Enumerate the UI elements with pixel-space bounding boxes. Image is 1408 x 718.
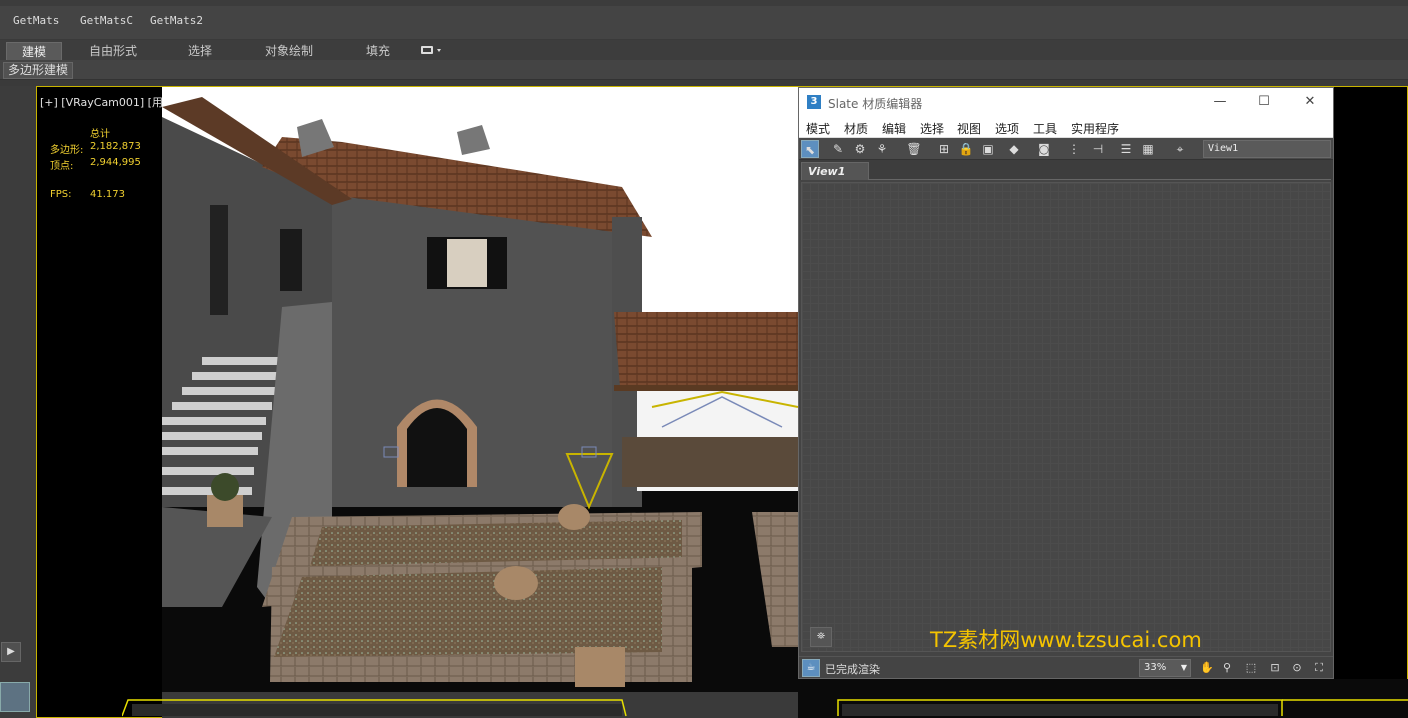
slate-menu-select[interactable]: 选择 (920, 120, 944, 137)
zoom-extents-icon[interactable]: ⊡ (1267, 660, 1283, 676)
menu-getmatsc[interactable]: GetMatsC (80, 14, 133, 27)
stats-header: 总计 (90, 129, 110, 140)
slate-tabbar: View1 (799, 160, 1333, 180)
slate-logo-icon: 3 (807, 95, 821, 109)
ribbon-tabs: 建模 自由形式 选择 对象绘制 填充 (0, 40, 1408, 60)
slate-menu-tools[interactable]: 工具 (1033, 120, 1057, 137)
app-window: GetMats GetMatsC GetMats2 建模 自由形式 选择 对象绘… (0, 0, 1408, 718)
slate-menu-options[interactable]: 选项 (995, 120, 1019, 137)
lock-icon[interactable]: 🔒 (957, 140, 975, 158)
select-tool-icon[interactable]: ⬉ (801, 140, 819, 158)
zoom-value: 33% (1144, 662, 1167, 673)
minimize-button[interactable]: — (1205, 92, 1235, 112)
show-map-icon[interactable]: ▣ (979, 140, 997, 158)
pan-hand-icon[interactable]: ✋ (1199, 660, 1215, 676)
material-map-navigator-icon[interactable]: ☰ (1117, 140, 1135, 158)
slate-menubar: 模式 材质 编辑 选择 视图 选项 工具 实用程序 (799, 116, 1333, 138)
play-icon[interactable]: ▶ (1, 642, 21, 662)
tab-object-paint[interactable]: 对象绘制 (252, 42, 326, 60)
zoom-region-icon[interactable]: ⬚ (1243, 660, 1259, 676)
maximize-button[interactable]: ☐ (1249, 92, 1279, 112)
layout-all-icon[interactable]: ⋮ (1065, 140, 1083, 158)
eyedropper-icon[interactable]: ✎ (829, 140, 847, 158)
select-by-material-icon[interactable]: ⌖ (1171, 140, 1189, 158)
tab-selection[interactable]: 选择 (172, 42, 228, 60)
assign-material-icon[interactable]: ⚘ (873, 140, 891, 158)
slate-toolbar: ⬉ ✎ ⚙ ⚘ 🗑 ⊞ 🔒 ▣ ◆ ◙ ⋮ ⊣ ☰ ▦ ⌖ View1 (799, 138, 1333, 160)
view-selector[interactable]: View1 (1203, 140, 1331, 158)
slate-menu-material[interactable]: 材质 (844, 120, 868, 137)
viewport-scene-render (162, 87, 798, 718)
viewport-selection-guides (122, 699, 1408, 717)
stats-polys-label: 多边形: (50, 145, 84, 156)
stats-fps-value: 41.173 (90, 189, 125, 200)
slate-material-editor: 3 Slate 材质编辑器 — ☐ ✕ 模式 材质 编辑 选择 视图 选项 工具… (798, 87, 1334, 679)
stats-verts-value: 2,944,995 (90, 157, 141, 168)
layout-icon[interactable]: ◙ (1035, 140, 1053, 158)
layout-children-icon[interactable]: ⊣ (1089, 140, 1107, 158)
tab-view1[interactable]: View1 (801, 162, 869, 180)
status-text: 已完成渲染 (825, 663, 880, 676)
fit-view-icon[interactable]: ⛶ (1311, 660, 1327, 676)
sub-ribbon: 多边形建模 (0, 60, 1408, 80)
zoom-extents-selected-icon[interactable]: ⊙ (1289, 660, 1305, 676)
background-icon[interactable]: ◆ (1005, 140, 1023, 158)
slate-titlebar[interactable]: 3 Slate 材质编辑器 — ☐ ✕ (799, 88, 1333, 116)
tab-populate[interactable]: 填充 (350, 42, 406, 60)
zoom-icon[interactable]: ⚲ (1219, 660, 1235, 676)
chevron-down-icon: ▼ (1180, 663, 1187, 672)
slate-menu-edit[interactable]: 编辑 (882, 120, 906, 137)
tab-freeform[interactable]: 自由形式 (78, 42, 148, 60)
node-canvas[interactable]: ⛯ (801, 182, 1331, 652)
tab-modeling[interactable]: 建模 (6, 42, 62, 60)
slate-statusbar: ☕ 已完成渲染 33% ▼ ✋ ⚲ ⬚ ⊡ ⊙ ⛶ (799, 656, 1333, 678)
pick-material-icon[interactable]: ⚙ (851, 140, 869, 158)
render-status-icon: ☕ (802, 659, 820, 677)
poly-modeling-button[interactable]: 多边形建模 (3, 62, 74, 79)
stats-fps-label: FPS: (50, 189, 72, 200)
move-children-icon[interactable]: ⊞ (935, 140, 953, 158)
zoom-dropdown[interactable]: 33% ▼ (1139, 659, 1191, 677)
top-menu-strip: GetMats GetMatsC GetMats2 (0, 0, 1408, 40)
viewport-thumbnail[interactable] (0, 682, 30, 712)
parameter-editor-icon[interactable]: ▦ (1139, 140, 1157, 158)
watermark-text: TZ素材网www.tzsucai.com (930, 628, 1202, 652)
left-panel: ▶ z y x (0, 86, 69, 718)
menu-getmats2[interactable]: GetMats2 (150, 14, 203, 27)
slate-menu-view[interactable]: 视图 (957, 120, 981, 137)
slate-menu-mode[interactable]: 模式 (806, 120, 830, 137)
close-button[interactable]: ✕ (1295, 92, 1325, 112)
navigator-icon[interactable]: ⛯ (810, 627, 832, 647)
stats-polys-value: 2,182,873 (90, 141, 141, 152)
stats-verts-label: 顶点: (50, 161, 74, 172)
slate-title: Slate 材质编辑器 (828, 97, 923, 111)
delete-icon[interactable]: 🗑 (905, 140, 923, 158)
ribbon-options-dropdown-icon[interactable] (420, 44, 444, 56)
menu-getmats[interactable]: GetMats (13, 14, 59, 27)
slate-menu-utilities[interactable]: 实用程序 (1071, 120, 1119, 137)
